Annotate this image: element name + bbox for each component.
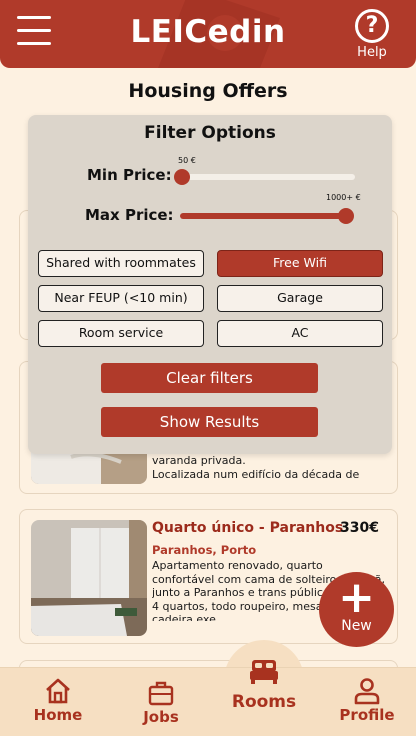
filter-chip-near-feup[interactable]: Near FEUP (<10 min)	[38, 285, 204, 312]
nav-jobs-label: Jobs	[143, 708, 179, 726]
show-results-button[interactable]: Show Results	[101, 407, 318, 437]
max-price-slider[interactable]	[180, 208, 354, 224]
nav-profile[interactable]: Profile	[322, 676, 412, 724]
min-price-handle[interactable]	[174, 169, 190, 185]
plus-icon: +	[338, 572, 375, 623]
nav-home-label: Home	[33, 706, 83, 724]
listing-title[interactable]: Quarto único - Paranhos	[152, 520, 343, 536]
nav-rooms[interactable]: Rooms	[219, 654, 309, 712]
user-icon	[354, 678, 380, 705]
max-price-handle[interactable]	[338, 208, 354, 224]
min-price-label: Min Price:	[87, 166, 172, 184]
home-icon	[46, 678, 70, 704]
app-header: LEICedin ? Help	[0, 0, 416, 68]
page-title: Housing Offers	[128, 80, 288, 102]
listing-location: Paranhos, Porto	[152, 543, 257, 557]
filter-chip-room-service[interactable]: Room service	[38, 320, 204, 347]
filter-title: Filter Options	[144, 123, 276, 143]
room-photo-icon	[31, 520, 147, 636]
new-listing-button[interactable]: + New	[319, 572, 394, 647]
filter-chip-shared[interactable]: Shared with roommates	[38, 250, 204, 277]
help-label: Help	[357, 45, 387, 60]
nav-rooms-label: Rooms	[231, 692, 297, 712]
max-price-label: Max Price:	[85, 206, 174, 224]
help-button[interactable]: ? Help	[350, 9, 394, 60]
filter-chip-garage[interactable]: Garage	[217, 285, 383, 312]
description-line: varanda privada.	[152, 454, 246, 467]
filter-panel: Filter Options Min Price: 50 € Max Price…	[28, 115, 392, 454]
nav-home[interactable]: Home	[13, 676, 103, 724]
listing-description: varanda privada. Localizada num edifício…	[152, 454, 388, 481]
description-line: Localizada num edifício da década de	[152, 467, 360, 481]
nav-profile-label: Profile	[339, 706, 395, 724]
bed-icon	[250, 660, 278, 684]
listing-photo	[31, 520, 147, 636]
min-price-value: 50 €	[178, 156, 196, 165]
help-icon: ?	[355, 9, 389, 43]
filter-chip-free-wifi[interactable]: Free Wifi	[217, 250, 383, 277]
briefcase-icon	[148, 681, 174, 706]
max-price-value: 1000+ €	[326, 193, 361, 202]
filter-chip-ac[interactable]: AC	[217, 320, 383, 347]
new-label: New	[341, 618, 372, 634]
max-price-fill	[180, 213, 346, 219]
min-price-slider[interactable]	[174, 169, 355, 185]
clear-filters-button[interactable]: Clear filters	[101, 363, 318, 393]
nav-jobs[interactable]: Jobs	[116, 678, 206, 726]
listing-price: 330€	[340, 520, 379, 536]
bottom-nav: Home Jobs Rooms Profile	[0, 660, 416, 736]
